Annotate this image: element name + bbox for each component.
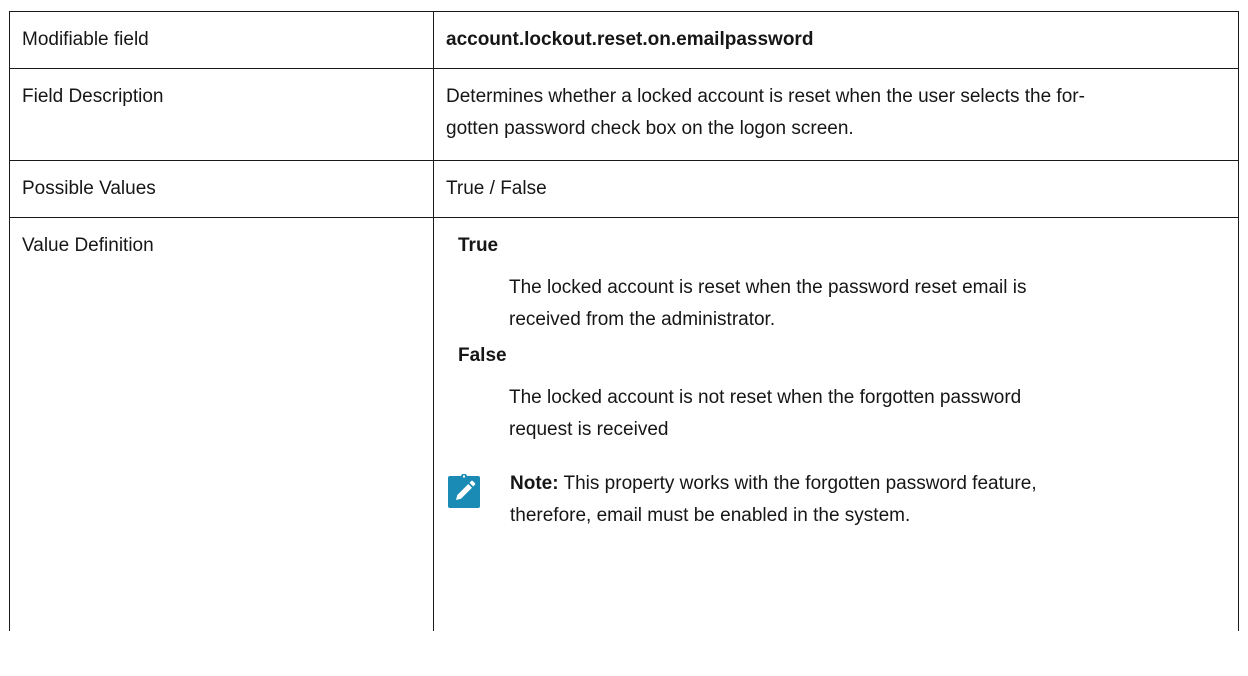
value-value-definition: True The locked account is reset when th… <box>433 217 1239 631</box>
note-label: Note: <box>510 473 559 494</box>
table-row-value-definition: Value Definition True The locked account… <box>9 217 1239 631</box>
definition-term-false: False <box>458 345 507 366</box>
note-text-1: This property works with the forgotten p… <box>558 473 1037 494</box>
definition-false-line-1: The locked account is not reset when the… <box>509 387 1022 408</box>
value-possible-values: True / False <box>433 160 1239 218</box>
definition-term-true: True <box>458 235 499 256</box>
definition-true-line-2: received from the administrator. <box>509 309 776 330</box>
table-row-modifiable-field: Modifiable field account.lockout.reset.o… <box>9 11 1239 69</box>
field-name: account.lockout.reset.on.emailpassword <box>446 29 814 50</box>
table-row-field-description: Field Description Determines whether a l… <box>9 68 1239 161</box>
field-description-line-1: Determines whether a locked account is r… <box>446 86 1085 107</box>
value-modifiable-field: account.lockout.reset.on.emailpassword <box>433 11 1239 69</box>
pencil-note-icon <box>448 474 480 508</box>
label-modifiable-field: Modifiable field <box>9 11 434 69</box>
label-possible-values: Possible Values <box>9 160 434 218</box>
definition-true-line-1: The locked account is reset when the pas… <box>509 277 1027 298</box>
field-description-line-2: gotten password check box on the logon s… <box>446 118 854 139</box>
definition-text-true: The locked account is reset when the pas… <box>509 272 1196 336</box>
value-field-description: Determines whether a locked account is r… <box>433 68 1239 161</box>
table-row-possible-values: Possible Values True / False <box>9 160 1239 218</box>
definition-false-line-2: request is received <box>509 419 669 440</box>
label-value-definition: Value Definition <box>9 217 434 631</box>
note-block: Note: This property works with the forgo… <box>446 468 1226 532</box>
definition-text-false: The locked account is not reset when the… <box>509 382 1196 446</box>
property-table: Modifiable field account.lockout.reset.o… <box>9 11 1239 631</box>
label-field-description: Field Description <box>9 68 434 161</box>
note-text-2: therefore, email must be enabled in the … <box>510 505 911 526</box>
note-line-1: Note: This property works with the forgo… <box>510 468 1196 500</box>
